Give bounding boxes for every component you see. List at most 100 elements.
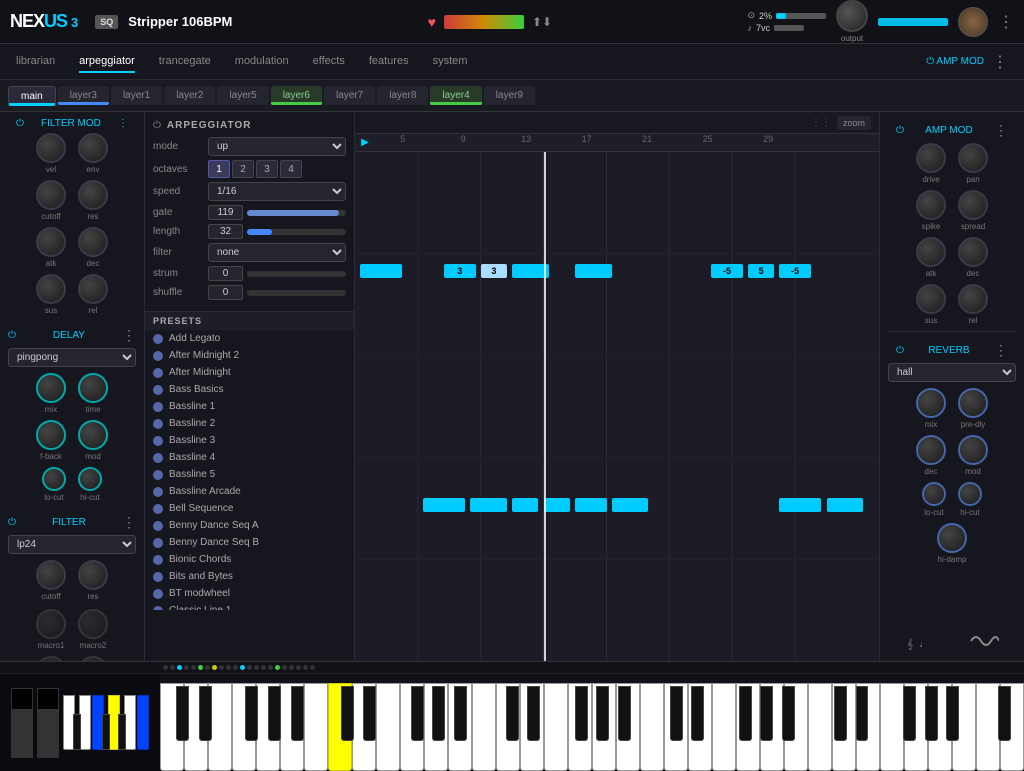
menu-dots-icon[interactable]: ⋮ — [998, 12, 1014, 32]
macro1-knob[interactable] — [36, 609, 66, 639]
atk-knob-fm[interactable] — [36, 227, 66, 257]
mini-black-key[interactable] — [118, 714, 126, 750]
seq-note-lower7[interactable] — [779, 498, 821, 512]
tab-effects[interactable]: effects — [313, 51, 345, 73]
octave-btn-4[interactable]: 4 — [280, 160, 302, 178]
white-key[interactable] — [352, 683, 376, 771]
tab-system[interactable]: system — [433, 51, 468, 73]
white-key[interactable] — [544, 683, 568, 771]
amp-rel-knob[interactable] — [958, 284, 988, 314]
amp-mod-dots-icon[interactable]: ⋮ — [994, 122, 1008, 139]
delay-mode-select[interactable]: pingpong normal — [8, 348, 136, 367]
white-key[interactable] — [160, 683, 184, 771]
seq-note-lower1[interactable] — [423, 498, 465, 512]
res-knob[interactable] — [78, 180, 108, 210]
layer-tab-layer5[interactable]: layer5 — [217, 86, 268, 105]
arp-gate-input[interactable]: 119 — [208, 205, 243, 220]
filter-dots-icon[interactable]: ⋮ — [122, 514, 136, 531]
white-key[interactable] — [928, 683, 952, 771]
white-key[interactable] — [232, 683, 256, 771]
amp-drive-knob[interactable] — [916, 143, 946, 173]
arp-strum-slider[interactable] — [247, 271, 346, 277]
amp-sus-knob[interactable] — [916, 284, 946, 314]
arp-power-icon[interactable]: ⏻ — [153, 120, 161, 131]
layer-tab-layer1[interactable]: layer1 — [111, 86, 162, 105]
arp-filter-select[interactable]: nonelowhigh — [208, 243, 346, 262]
preset-item-bits-bytes[interactable]: Bits and Bytes — [145, 568, 354, 585]
white-key[interactable] — [904, 683, 928, 771]
arp-speed-select[interactable]: 1/161/81/4 — [208, 182, 346, 201]
filter-mod-dots-icon[interactable]: ⋮ — [118, 118, 128, 129]
seq-note-neg5b[interactable]: -5 — [779, 264, 810, 278]
seq-note-3a[interactable]: 3 — [444, 264, 475, 278]
user-avatar[interactable] — [958, 7, 988, 37]
white-key[interactable] — [592, 683, 616, 771]
arp-length-input[interactable]: 32 — [208, 224, 243, 239]
reverb-dec-knob[interactable] — [916, 435, 946, 465]
white-key[interactable] — [1000, 683, 1024, 771]
arrow-icon[interactable]: ⬆⬇ — [532, 15, 552, 29]
amp-pan-knob[interactable] — [958, 143, 988, 173]
vel-knob[interactable] — [36, 133, 66, 163]
white-key[interactable] — [448, 683, 472, 771]
mini-blue-key2[interactable] — [137, 695, 149, 750]
macro2-knob[interactable] — [78, 609, 108, 639]
white-key[interactable] — [208, 683, 232, 771]
white-key[interactable] — [688, 683, 712, 771]
tab-trancegate[interactable]: trancegate — [159, 51, 211, 73]
white-key[interactable] — [760, 683, 784, 771]
preset-item-classic1[interactable]: Classic Line 1 — [145, 602, 354, 610]
reverb-mode-select[interactable]: hallroomplate — [888, 363, 1016, 382]
delay-fback-knob[interactable] — [36, 420, 66, 450]
preset-name[interactable]: Stripper 106BPM — [128, 14, 232, 29]
layer-tab-layer7[interactable]: layer7 — [324, 86, 375, 105]
seq-note[interactable] — [575, 264, 612, 278]
mini-black-key[interactable] — [73, 714, 81, 750]
amp-spike-knob[interactable] — [916, 190, 946, 220]
layer-tab-layer2[interactable]: layer2 — [164, 86, 215, 105]
seq-dots-icon[interactable]: ⋮⋮ — [811, 117, 831, 128]
seq-note-lower5[interactable] — [575, 498, 606, 512]
octave-btn-3[interactable]: 3 — [256, 160, 278, 178]
preset-item-bassline4[interactable]: Bassline 4 — [145, 449, 354, 466]
reverb-hidamp-knob[interactable] — [937, 523, 967, 553]
delay-power-icon[interactable]: ⏻ — [8, 330, 16, 341]
seq-note-3b[interactable]: 3 — [481, 264, 507, 278]
cutoff-knob[interactable] — [36, 180, 66, 210]
reverb-mix-knob[interactable] — [916, 388, 946, 418]
white-key[interactable] — [640, 683, 664, 771]
layer-tab-layer9[interactable]: layer9 — [484, 86, 535, 105]
seq-grid[interactable]: 3 3 -5 5 -5 — [355, 152, 879, 661]
white-key[interactable] — [784, 683, 808, 771]
octave-btn-2[interactable]: 2 — [232, 160, 254, 178]
seq-note-lower6[interactable] — [612, 498, 649, 512]
preset-item-after-midnight-2[interactable]: After Midnight 2 — [145, 347, 354, 364]
white-key[interactable] — [376, 683, 400, 771]
amp-dec-knob[interactable] — [958, 237, 988, 267]
white-key[interactable] — [304, 683, 328, 771]
macro4-knob[interactable] — [78, 656, 108, 661]
delay-mix-knob[interactable] — [36, 373, 66, 403]
white-key[interactable] — [976, 683, 1000, 771]
white-key[interactable] — [616, 683, 640, 771]
seq-note-lower4[interactable] — [544, 498, 570, 512]
arp-length-slider[interactable] — [247, 229, 346, 235]
tab-modulation[interactable]: modulation — [235, 51, 289, 73]
reverb-mod-knob[interactable] — [958, 435, 988, 465]
preset-item-bass-basics[interactable]: Bass Basics — [145, 381, 354, 398]
rel-knob-fm[interactable] — [78, 274, 108, 304]
delay-locut-knob[interactable] — [42, 467, 66, 491]
filter-power-icon[interactable]: ⏻ — [8, 517, 16, 528]
white-key-yellow[interactable] — [328, 683, 352, 771]
mini-black-key[interactable] — [102, 714, 110, 750]
delay-time-knob[interactable] — [78, 373, 108, 403]
layer-tab-layer3[interactable]: layer3 — [58, 86, 109, 105]
tab-arpeggiator[interactable]: arpeggiator — [79, 51, 135, 73]
reverb-power-icon[interactable]: ⏻ — [896, 345, 904, 356]
white-key[interactable] — [568, 683, 592, 771]
white-key[interactable] — [952, 683, 976, 771]
seq-note-lower8[interactable] — [827, 498, 864, 512]
favorite-icon[interactable]: ♥ — [428, 14, 436, 30]
white-key[interactable] — [712, 683, 736, 771]
white-key[interactable] — [184, 683, 208, 771]
